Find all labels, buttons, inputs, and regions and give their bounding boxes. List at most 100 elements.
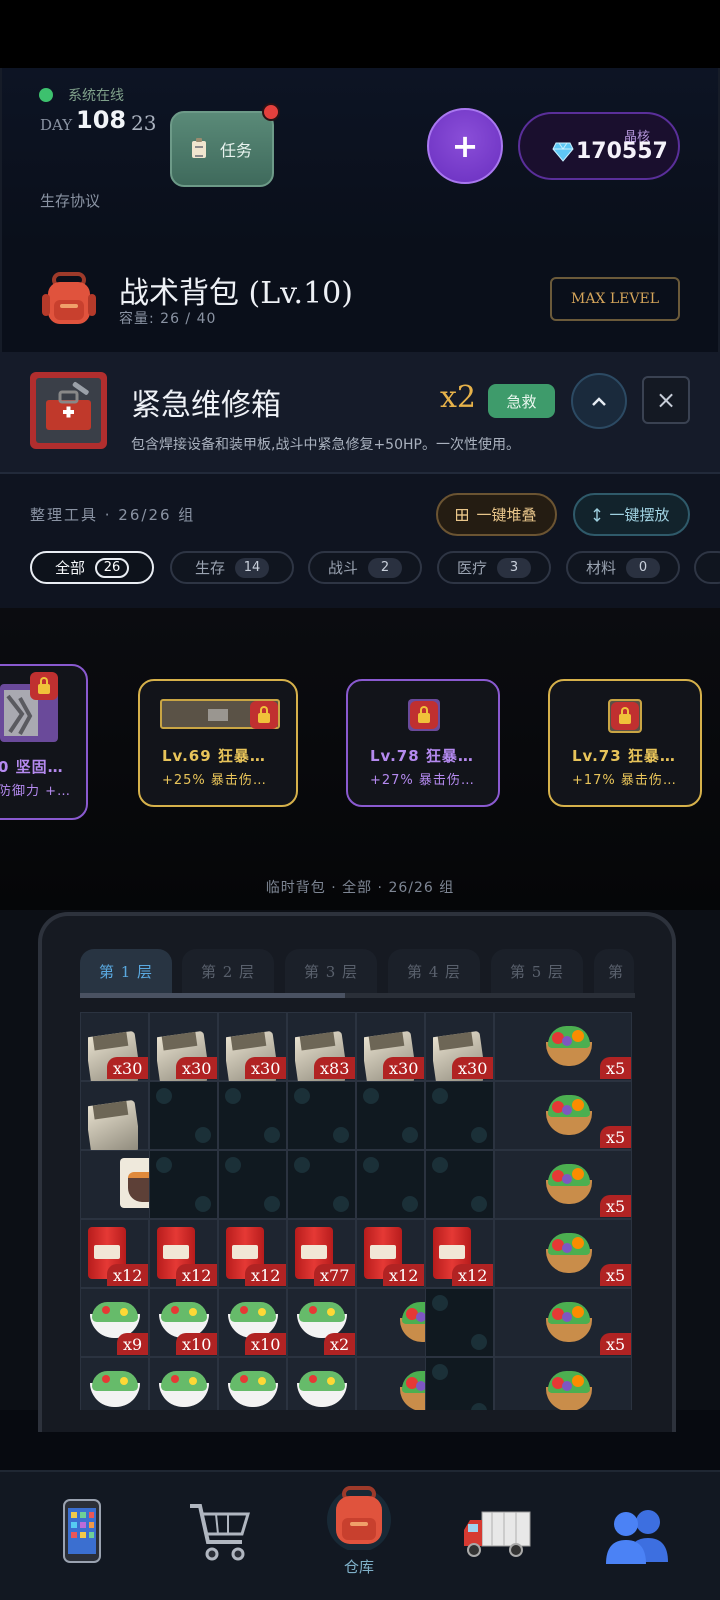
filter-label: 生存	[194, 559, 225, 577]
item-quantity-badge: x30	[176, 1057, 218, 1079]
lock-icon	[611, 702, 639, 730]
nav-friends[interactable]	[602, 1508, 672, 1564]
card-effect: +27% 暴击伤…	[370, 773, 475, 788]
inventory-slot-empty[interactable]	[149, 1150, 218, 1219]
vegetable-basket-icon	[542, 1227, 596, 1275]
item-quantity-badge: x5	[600, 1126, 632, 1148]
inventory-slot-empty[interactable]	[218, 1150, 287, 1219]
item-quantity-badge: x12	[452, 1264, 494, 1286]
crystal-balance[interactable]: 晶核 170557	[518, 112, 680, 180]
close-button[interactable]: ×	[642, 376, 690, 424]
add-button[interactable]: +	[427, 108, 503, 184]
inventory-slot-empty[interactable]	[287, 1150, 356, 1219]
inventory-slot-empty[interactable]	[425, 1150, 494, 1219]
app: 系统在线 DAY 108 23 生存协议 任务 + 晶核 170557 战术背包…	[0, 0, 720, 1600]
day-sub: 23	[131, 111, 157, 135]
lock-icon	[410, 701, 438, 729]
item-quantity-badge: x30	[452, 1057, 494, 1079]
card-effect: +25% 暴击伤…	[162, 773, 267, 788]
item-quantity-badge: x12	[245, 1264, 287, 1286]
tab-layer-3[interactable]: 第 3 层	[285, 949, 377, 993]
item-quantity-badge: x5	[600, 1057, 632, 1079]
inventory-slot-empty[interactable]	[425, 1288, 494, 1357]
tab-scrollbar-thumb[interactable]	[80, 993, 345, 998]
item-quantity-badge: x5	[600, 1195, 632, 1217]
tab-layer-1[interactable]: 第 1 层	[80, 949, 172, 993]
item-quantity-badge: x5	[600, 1333, 632, 1355]
inventory-slot-empty[interactable]	[425, 1357, 494, 1410]
equipment-card[interactable]: Lv.73 狂暴… +17% 暴击伤…	[548, 679, 702, 807]
card-effect: +17% 暴击伤…	[572, 773, 677, 788]
inventory-slot-empty[interactable]	[218, 1081, 287, 1150]
auto-stack-button[interactable]: 一键堆叠	[436, 493, 557, 536]
salad-bowl-icon	[157, 1365, 211, 1409]
sort-arrows-icon	[593, 507, 601, 522]
truck-icon	[464, 1511, 531, 1557]
nav-delivery[interactable]	[462, 1506, 532, 1560]
card-effect: 防御力 +…	[0, 784, 72, 799]
item-quantity-badge: x5	[600, 1264, 632, 1286]
nav-warehouse-label: 仓库	[343, 1558, 374, 1576]
cart-icon	[190, 1504, 251, 1561]
filter-medical[interactable]: 医疗 3	[437, 551, 551, 584]
filter-count: 2	[368, 557, 402, 578]
grid-icon	[456, 508, 469, 521]
item-quantity-badge: x12	[176, 1264, 218, 1286]
salad-bowl-icon	[88, 1365, 142, 1409]
equipment-card[interactable]: 0 坚固… 防御力 +…	[0, 664, 88, 820]
inventory-slot-empty[interactable]	[425, 1081, 494, 1150]
vegetable-basket-icon	[542, 1365, 596, 1410]
max-level-button[interactable]: MAX LEVEL	[550, 277, 680, 321]
phone-icon	[63, 1499, 101, 1563]
filter-label: 医疗	[456, 559, 487, 577]
tab-layer-5[interactable]: 第 5 层	[491, 949, 583, 993]
inventory-slot-empty[interactable]	[287, 1081, 356, 1150]
filter-all[interactable]: 全部 26	[30, 551, 154, 584]
task-button[interactable]: 任务	[170, 111, 274, 187]
inventory-slot-empty[interactable]	[356, 1081, 425, 1150]
item-name: 紧急维修箱	[131, 388, 281, 423]
equipment-card[interactable]: Lv.78 狂暴… +27% 暴击伤…	[346, 679, 500, 807]
auto-stack-label: 一键堆叠	[476, 506, 537, 524]
item-quantity-badge: x2	[324, 1333, 356, 1355]
nav-shop[interactable]	[188, 1500, 254, 1564]
item-quantity-badge: x12	[107, 1264, 149, 1286]
tools-label: 整理工具 · 26/26 组	[30, 506, 196, 524]
equipment-card[interactable]: Lv.69 狂暴… +25% 暴击伤…	[138, 679, 298, 807]
repair-kit-icon	[30, 372, 107, 449]
task-button-label: 任务	[219, 141, 252, 160]
crystal-value: 170557	[576, 139, 668, 164]
nav-phone[interactable]	[60, 1498, 104, 1564]
filter-material[interactable]: 材料 0	[566, 551, 680, 584]
backpack-capacity: 容量: 26 / 40	[119, 311, 217, 327]
inventory-grid: x30 x30 x30 x83 x30 x30 x5 x5 x5 x5 x12 x12 x12 x77 x1…	[80, 1012, 635, 1410]
tab-layer-4[interactable]: 第 4 层	[388, 949, 480, 993]
filter-survival[interactable]: 生存 14	[170, 551, 294, 584]
filter-combat[interactable]: 战斗 2	[308, 551, 422, 584]
card-level: Lv.78 狂暴…	[370, 747, 474, 765]
collapse-button[interactable]	[571, 373, 627, 429]
clipboard-icon	[191, 137, 206, 158]
vegetable-basket-icon	[542, 1020, 596, 1068]
filter-label: 全部	[54, 559, 85, 577]
inventory-slot-empty[interactable]	[356, 1150, 425, 1219]
tab-layer-2[interactable]: 第 2 层	[182, 949, 274, 993]
filter-count: 14	[235, 557, 269, 578]
inventory-caption: 临时背包 · 全部 · 26/26 组	[265, 880, 455, 896]
tab-layer-6[interactable]: 第	[594, 949, 634, 993]
inventory-slot-empty[interactable]	[149, 1081, 218, 1150]
filter-count: 0	[626, 557, 660, 578]
day-label: DAY	[40, 116, 73, 134]
item-quantity-badge: x10	[245, 1333, 287, 1355]
nav-warehouse[interactable]: 仓库	[326, 1484, 392, 1577]
auto-arrange-label: 一键摆放	[609, 506, 670, 524]
item-quantity-badge: x10	[176, 1333, 218, 1355]
survival-protocol-link[interactable]: 生存协议	[40, 190, 100, 211]
backpack-title: 战术背包 (Lv.10)	[119, 276, 353, 311]
auto-arrange-button[interactable]: 一键摆放	[573, 493, 690, 536]
backpack-icon	[42, 272, 96, 324]
card-level: 0 坚固…	[0, 758, 64, 776]
filter-count: 3	[497, 557, 531, 578]
card-level: Lv.73 狂暴…	[572, 747, 676, 765]
filter-more[interactable]	[694, 551, 720, 584]
